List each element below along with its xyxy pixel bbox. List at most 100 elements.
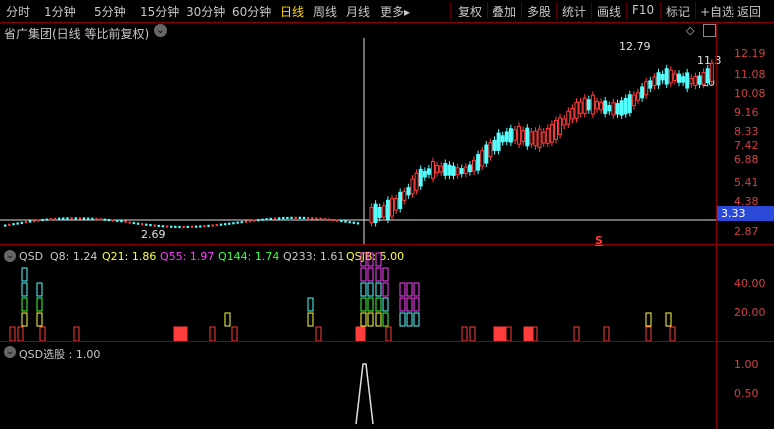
candle-body xyxy=(463,166,468,174)
candle-body xyxy=(439,165,444,173)
candle-body xyxy=(582,97,587,114)
qsd-stack-box xyxy=(413,282,420,297)
qsd-stack-box xyxy=(36,297,43,312)
candle-body xyxy=(668,69,673,84)
candle-body xyxy=(549,123,554,143)
candle-small xyxy=(157,224,160,228)
candle-body xyxy=(381,205,386,218)
candle-small xyxy=(190,225,194,228)
candle-body xyxy=(537,128,542,149)
candle-body xyxy=(660,73,665,81)
candle-body xyxy=(640,86,645,99)
candle-body xyxy=(701,71,706,85)
candle-small xyxy=(74,217,77,220)
candle-small xyxy=(344,220,347,223)
candle-small xyxy=(66,217,69,220)
candle-body xyxy=(394,197,399,211)
candle-body xyxy=(697,75,702,85)
candle-small xyxy=(41,218,44,222)
candle-small xyxy=(261,218,264,221)
candle-small xyxy=(140,223,144,226)
candle-small xyxy=(103,218,106,221)
candle-body xyxy=(492,139,497,151)
candle-body xyxy=(402,191,407,201)
candle-small xyxy=(153,224,156,227)
qsd-bar-red xyxy=(603,326,610,342)
candle-body xyxy=(517,125,522,145)
qsd-stack-box xyxy=(36,312,43,327)
candle-small xyxy=(120,220,123,223)
candle-body xyxy=(611,102,616,116)
candle-small xyxy=(294,216,297,219)
candle-body xyxy=(513,129,517,141)
candle-body xyxy=(369,206,374,224)
candle-body xyxy=(525,127,530,147)
candle-body xyxy=(488,142,493,158)
candle-small xyxy=(348,221,351,224)
candle-small xyxy=(149,224,152,227)
qsd-stack-box xyxy=(360,252,367,267)
candle-body xyxy=(619,100,624,116)
candle-body xyxy=(705,68,710,84)
candle-small xyxy=(282,217,285,220)
candle-small xyxy=(57,217,61,220)
qsd-stack-box xyxy=(224,312,231,327)
candle-body xyxy=(652,76,657,87)
candle-body xyxy=(677,73,681,83)
candle-body xyxy=(390,198,394,217)
chart-canvas[interactable] xyxy=(0,0,774,429)
qsd-stack-box xyxy=(399,297,406,312)
candle-small xyxy=(265,218,268,221)
candle-body xyxy=(443,163,448,176)
candle-small xyxy=(331,218,335,222)
candle-body xyxy=(709,62,714,83)
candle-small xyxy=(311,217,314,220)
qsd-bar-red xyxy=(669,326,676,342)
candle-small xyxy=(20,221,23,224)
qsd-stack-box xyxy=(360,267,367,282)
candle-body xyxy=(480,150,485,167)
qsd-bar-red-filled xyxy=(494,327,499,341)
candle-small xyxy=(24,221,28,224)
candle-small xyxy=(107,218,111,222)
candle-body xyxy=(590,94,595,115)
candle-small xyxy=(145,223,148,226)
qsd-stack-box xyxy=(645,312,652,327)
candle-body xyxy=(566,110,571,125)
candle-small xyxy=(302,216,306,220)
candle-body xyxy=(476,154,481,171)
candle-small xyxy=(12,223,15,226)
candle-body xyxy=(644,81,649,96)
candle-body xyxy=(426,168,431,175)
candle-small xyxy=(33,219,36,223)
candle-small xyxy=(170,225,173,228)
qsd-stack-box xyxy=(406,297,413,312)
candle-small xyxy=(99,218,102,221)
qsd-stack-box xyxy=(367,267,374,282)
candle-body xyxy=(472,159,476,172)
qsd-bar-red xyxy=(17,326,24,342)
candle-small xyxy=(244,220,248,223)
candle-small xyxy=(136,222,140,225)
candle-small xyxy=(62,217,65,220)
candle-body xyxy=(431,161,435,179)
qsd-stack-box xyxy=(665,312,672,327)
candle-small xyxy=(82,217,86,220)
candle-small xyxy=(223,223,227,226)
candle-small xyxy=(16,222,19,225)
qsd-bar-red xyxy=(39,326,46,342)
candle-body xyxy=(599,101,604,111)
candle-small xyxy=(286,216,289,220)
axis-divider xyxy=(716,22,717,429)
candle-body xyxy=(656,72,661,86)
qsd-bar-red-filled xyxy=(360,327,365,341)
candle-small xyxy=(257,219,260,222)
candle-small xyxy=(253,219,256,222)
qsd-stack-box xyxy=(413,312,420,327)
qsd-bar-red xyxy=(573,326,580,342)
candle-body xyxy=(570,108,575,120)
candle-small xyxy=(277,217,281,220)
candle-body xyxy=(410,178,415,195)
candle-small xyxy=(219,223,223,226)
qsd-stack-box xyxy=(382,267,389,282)
